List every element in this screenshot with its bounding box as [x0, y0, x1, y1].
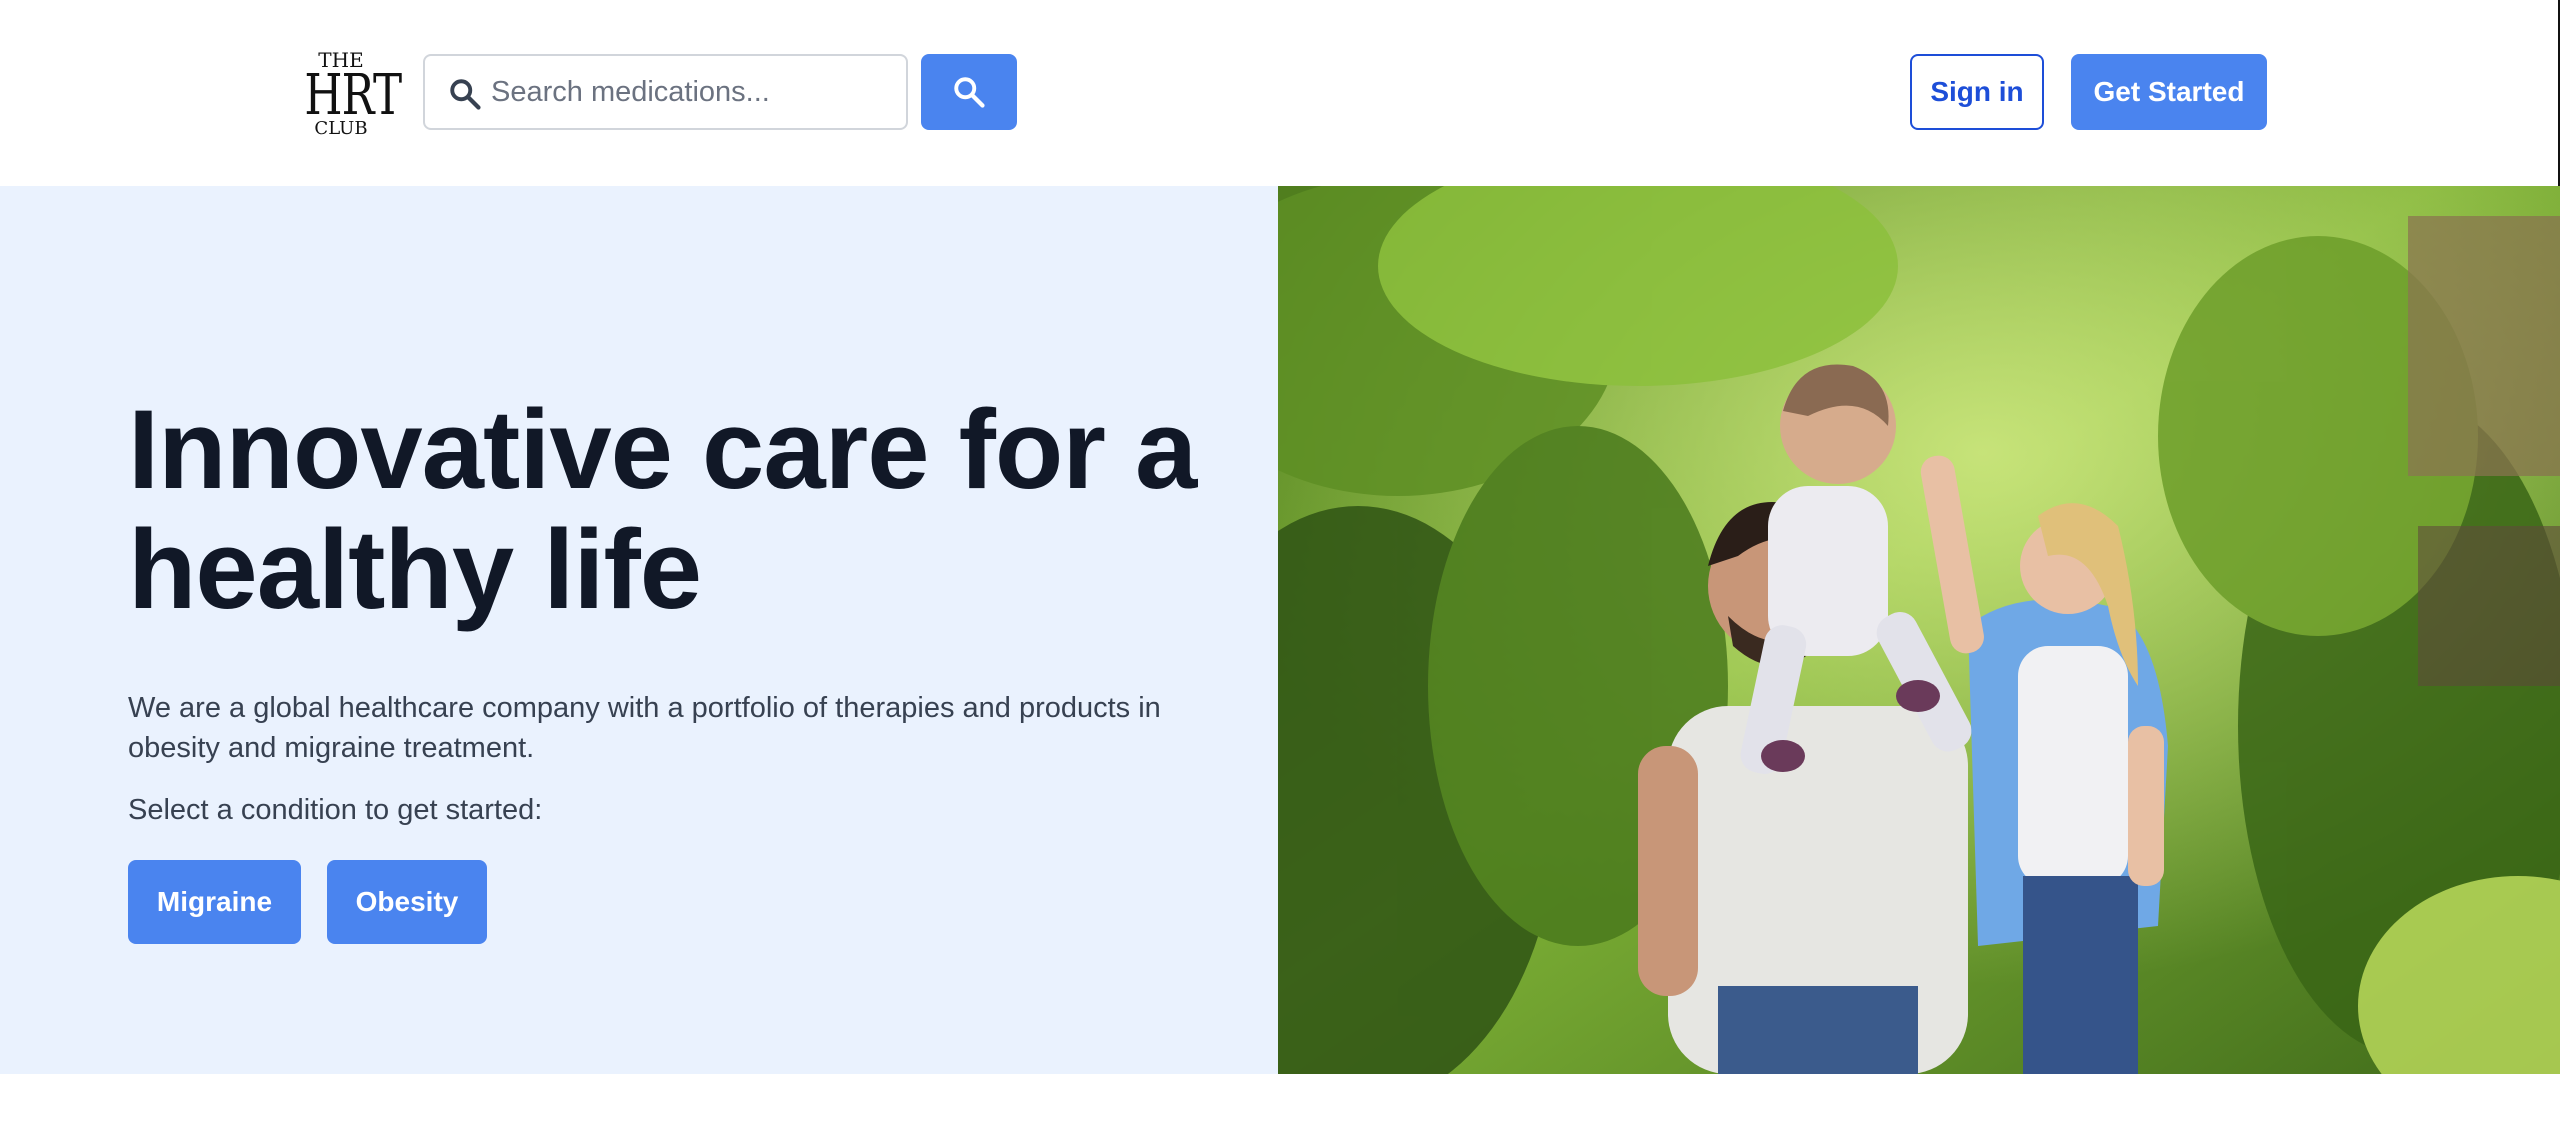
sign-in-button[interactable]: Sign in [1910, 54, 2044, 130]
hero-description: We are a global healthcare company with … [128, 692, 1161, 764]
obesity-button[interactable]: Obesity [327, 860, 487, 944]
hero-section: Innovative care for a healthy life We ar… [0, 186, 1278, 1074]
hrt-club-logo[interactable]: THE HRT CLUB [294, 48, 402, 138]
search-input[interactable] [491, 70, 891, 114]
search-button[interactable] [921, 54, 1017, 130]
migraine-button[interactable]: Migraine [128, 860, 301, 944]
search-icon [951, 74, 987, 110]
search-field[interactable] [423, 54, 908, 130]
condition-prompt: Select a condition to get started: [128, 794, 543, 826]
get-started-button[interactable]: Get Started [2071, 54, 2267, 130]
site-header: THE HRT CLUB Sign in Get Started [0, 0, 2560, 186]
search-icon [447, 76, 483, 112]
logo-line-2: HRT [304, 63, 402, 128]
family-garden-illustration [1278, 186, 2560, 1074]
hero-image [1278, 186, 2560, 1074]
hero-title: Innovative care for a healthy life [128, 387, 1197, 632]
